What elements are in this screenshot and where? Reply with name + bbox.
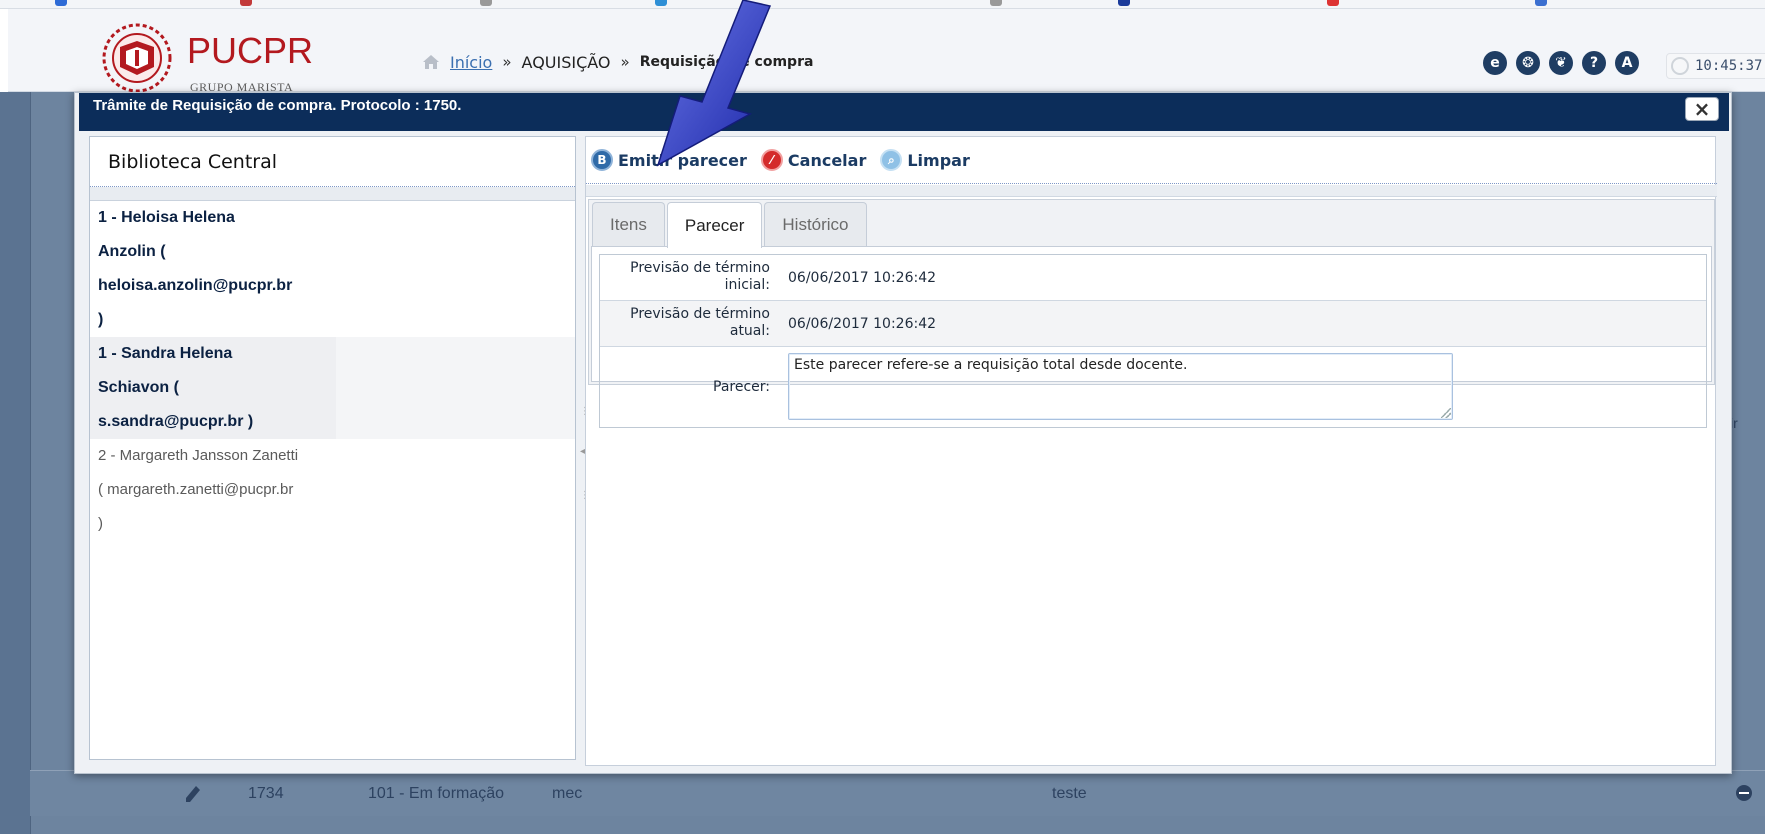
breadcrumb-section[interactable]: AQUISIÇÃO — [522, 53, 611, 72]
approver-line: Schiavon ( — [98, 379, 179, 396]
approver-line: 1 - Sandra Helena — [98, 345, 233, 362]
breadcrumb-separator: » — [620, 53, 630, 71]
session-clock: 10:45:37 — [1666, 53, 1765, 79]
tab-content-parecer: Previsão de término inicial: 06/06/2017 … — [591, 246, 1712, 428]
row-id: 1734 — [248, 785, 284, 802]
modal-title: Trâmite de Requisição de compra. Protoco… — [93, 97, 462, 114]
header-icon-group: e ❂ ❦ ? A — [1483, 51, 1639, 75]
home-icon — [423, 55, 439, 69]
pucpr-logo[interactable]: PUCPR GRUPO MARISTA — [96, 19, 316, 95]
library-title: Biblioteca Central — [90, 137, 575, 187]
clear-label: Limpar — [907, 150, 970, 170]
toolbar-subbar — [586, 185, 1717, 197]
list-item-approver[interactable]: 1 - Heloisa Helena Anzolin ( heloisa.anz… — [90, 201, 575, 337]
approver-line: ) — [98, 515, 103, 532]
user-icon[interactable]: A — [1615, 51, 1639, 75]
form-row: Parecer: Este parecer refere-se a requis… — [600, 347, 1706, 427]
approver-line: Anzolin ( — [98, 243, 166, 260]
list-item-approver[interactable]: 2 - Margareth Jansson Zanetti ( margaret… — [90, 439, 575, 541]
bookmark-icon[interactable] — [1327, 0, 1339, 6]
row-status: 101 - Em formação — [368, 785, 505, 802]
row-col3: mec — [552, 785, 583, 802]
ie-icon[interactable]: e — [1483, 51, 1507, 75]
tab-historico[interactable]: Histórico — [764, 202, 867, 246]
approver-line: 2 - Margareth Jansson Zanetti — [98, 447, 299, 464]
bookmark-bar — [0, 0, 1765, 9]
bookmark-icon[interactable] — [990, 0, 1002, 6]
opinion-form: Previsão de término inicial: 06/06/2017 … — [599, 254, 1707, 428]
tab-bar: Itens Parecer Histórico — [592, 202, 867, 248]
pencil-icon — [186, 786, 200, 802]
leaf-icon[interactable]: ❂ — [1516, 51, 1540, 75]
annotation-arrow-icon — [656, 0, 772, 167]
tab-itens[interactable]: Itens — [592, 202, 665, 246]
breadcrumb-separator: » — [502, 53, 512, 71]
left-pane-subbar — [90, 187, 575, 201]
clock-time: 10:45:37 — [1695, 58, 1763, 74]
tab-parecer[interactable]: Parecer — [666, 202, 763, 248]
opinion-textarea[interactable]: Este parecer refere-se a requisição tota… — [788, 353, 1453, 420]
resize-grip-icon[interactable] — [1441, 408, 1451, 418]
logo-name: PUCPR — [187, 30, 314, 71]
approver-line: s.sandra@pucpr.br ) — [98, 413, 254, 430]
approver-line: heloisa.anzolin@pucpr.br — [98, 277, 293, 294]
breadcrumb-home-link[interactable]: Início — [450, 53, 492, 72]
approver-line: ( margareth.zanetti@pucpr.br — [98, 481, 294, 498]
row-col4: teste — [1052, 785, 1087, 802]
tab-panel: Itens Parecer Histórico Previsão de térm… — [588, 199, 1715, 428]
initial-deadline-label: Previsão de término inicial: — [630, 260, 770, 293]
bookmark-icon[interactable] — [1535, 0, 1547, 6]
opinion-label: Parecer: — [713, 378, 770, 395]
approver-line: 1 - Heloisa Helena — [98, 209, 235, 226]
opinion-text: Este parecer refere-se a requisição tota… — [794, 357, 1188, 373]
form-row: Previsão de término atual: 06/06/2017 10… — [600, 301, 1706, 347]
cancel-label: Cancelar — [787, 150, 867, 170]
modal-titlebar[interactable]: Trâmite de Requisição de compra. Protoco… — [79, 93, 1729, 131]
help-icon[interactable]: ? — [1582, 51, 1606, 75]
bookmark-icon[interactable] — [55, 0, 67, 6]
close-button[interactable]: × — [1685, 97, 1719, 121]
approvers-pane: Biblioteca Central 1 - Heloisa Helena An… — [89, 136, 576, 760]
bookmark-icon[interactable] — [240, 0, 252, 6]
bookmark-icon[interactable] — [1118, 0, 1130, 6]
opinion-pane: B Emitir parecer ⁄ Cancelar ⌕ Limpar Ite… — [585, 136, 1717, 766]
document-icon: B — [591, 149, 613, 171]
form-row: Previsão de término inicial: 06/06/2017 … — [600, 255, 1706, 301]
background-table-row: 1734 101 - Em formação mec teste — [30, 770, 1765, 816]
app-header: PUCPR GRUPO MARISTA Início » AQUISIÇÃO »… — [8, 9, 1765, 95]
list-item-approver[interactable]: 1 - Sandra Helena Schiavon ( s.sandra@pu… — [90, 337, 575, 439]
paw-icon[interactable]: ❦ — [1549, 51, 1573, 75]
clock-icon — [1671, 57, 1689, 75]
clear-button[interactable]: ⌕ Limpar — [880, 147, 970, 173]
current-deadline-value: 06/06/2017 10:26:42 — [788, 315, 937, 332]
magnifier-icon: ⌕ — [880, 149, 903, 171]
current-deadline-label: Previsão de término atual: — [630, 306, 770, 339]
bookmark-icon[interactable] — [480, 0, 492, 6]
pucpr-crest-icon — [102, 23, 172, 93]
initial-deadline-value: 06/06/2017 10:26:42 — [788, 269, 937, 286]
approver-line: ) — [98, 311, 104, 328]
remove-icon — [1736, 785, 1752, 801]
